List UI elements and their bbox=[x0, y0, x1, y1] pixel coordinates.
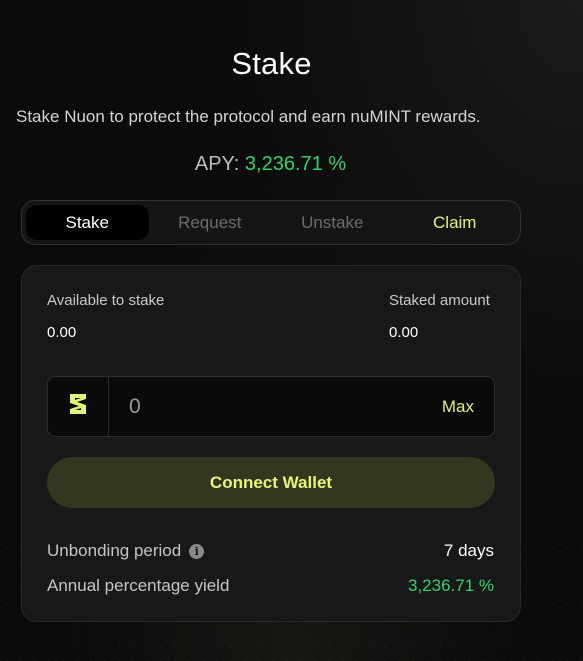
tab-unstake[interactable]: Unstake bbox=[271, 205, 394, 240]
staked-amount-value: 0.00 bbox=[389, 324, 419, 341]
annual-yield-label: Annual percentage yield bbox=[47, 576, 230, 595]
info-icon[interactable]: i bbox=[189, 543, 205, 559]
stake-tabs: Stake Request Unstake Claim bbox=[21, 200, 521, 245]
amount-input-group: Max bbox=[47, 376, 495, 437]
stake-card: Available to stake 0.00 Staked amount 0.… bbox=[21, 265, 521, 622]
apy-summary: APY: 3,236.71 % bbox=[0, 153, 541, 176]
page-subtitle: Stake Nuon to protect the protocol and e… bbox=[16, 107, 481, 126]
apy-value: 3,236.71 % bbox=[244, 153, 347, 175]
page-title: Stake bbox=[231, 46, 312, 81]
annual-yield-value: 3,236.71 % bbox=[407, 576, 494, 595]
tab-stake[interactable]: Stake bbox=[26, 205, 149, 240]
unbonding-period-row: Unbonding period i bbox=[47, 541, 205, 561]
available-to-stake-label: Available to stake bbox=[47, 292, 165, 309]
available-to-stake-value: 0.00 bbox=[47, 324, 77, 341]
tab-claim[interactable]: Claim bbox=[394, 205, 517, 240]
unbonding-period-value: 7 days bbox=[443, 541, 494, 560]
unbonding-period-label: Unbonding period bbox=[47, 541, 182, 560]
connect-wallet-button[interactable]: Connect Wallet bbox=[47, 457, 495, 508]
stake-amount-input[interactable] bbox=[109, 377, 442, 436]
max-button[interactable]: Max bbox=[442, 377, 494, 436]
staked-amount-label: Staked amount bbox=[389, 292, 490, 309]
tab-request[interactable]: Request bbox=[149, 205, 272, 240]
apy-label: APY: bbox=[194, 153, 240, 175]
nuon-logo-icon bbox=[67, 392, 89, 421]
token-selector bbox=[48, 377, 109, 436]
